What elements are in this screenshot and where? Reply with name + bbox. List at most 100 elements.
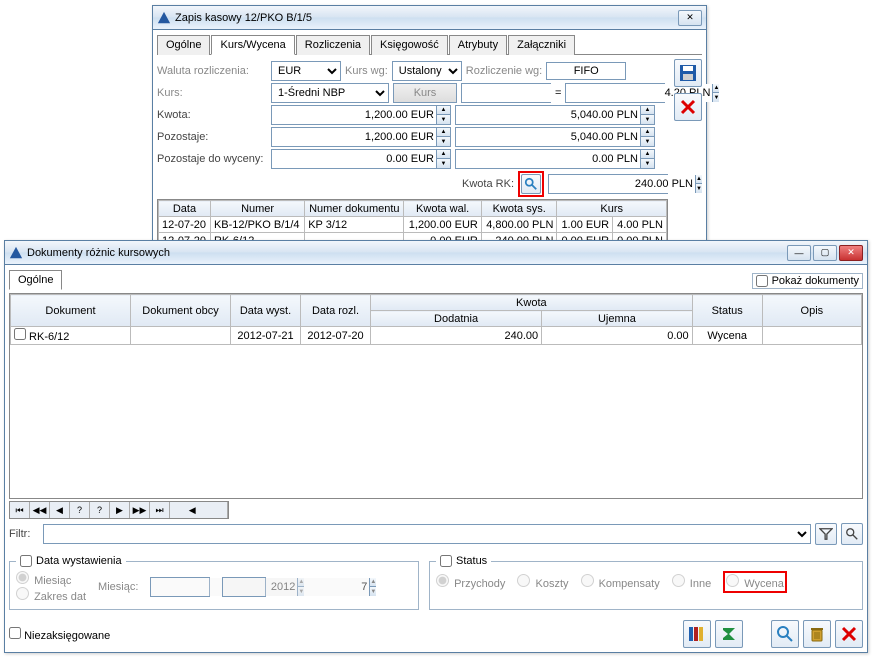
cancel-icon [679,98,697,116]
tab-ksiegowosc[interactable]: Księgowość [371,35,448,55]
spin-down[interactable]: ▼ [436,159,450,168]
pozostaje-label: Pozostaje: [157,131,267,143]
spin-down[interactable]: ▼ [436,115,450,124]
col-obcy[interactable]: Dokument obcy [131,295,231,327]
books-button[interactable] [683,620,711,648]
month-input[interactable] [223,578,369,596]
pozwyc-label: Pozostaje do wyceny: [157,153,267,165]
status-przychody[interactable]: Przychody [436,574,505,590]
search-button[interactable] [771,620,799,648]
tab-kurs-wycena[interactable]: Kurs/Wycena [211,35,294,55]
col-status[interactable]: Status [692,295,762,327]
tab-ogolne[interactable]: Ogólne [157,35,210,55]
tab-zalaczniki[interactable]: Załączniki [508,35,575,55]
filter-config-button[interactable] [841,523,863,545]
spin-up[interactable]: ▲ [712,84,719,93]
spin-down[interactable]: ▼ [712,93,719,102]
table-row[interactable]: RK-6/122012-07-212012-07-20240.000.00Wyc… [11,327,862,345]
table-row[interactable]: 12-07-20KB-12/PKO B/1/4KP 3/121,200.00 E… [159,217,667,233]
nav-q1[interactable]: ? [70,502,90,518]
kwota-eur[interactable] [272,106,436,124]
cancel-button[interactable] [674,93,702,121]
spin-down[interactable]: ▼ [640,159,654,168]
tab-rozliczenia[interactable]: Rozliczenia [296,35,370,55]
kwotark-search-highlight [518,171,544,197]
pozostaje-pln[interactable] [456,128,640,146]
waluta-label: Waluta rozliczenia: [157,65,267,77]
col-dokument[interactable]: Dokument [11,295,131,327]
kurswg-label: Kurs wg: [345,65,388,77]
col-rozl[interactable]: Data rozl. [301,295,371,327]
spin-up[interactable]: ▲ [436,106,450,115]
tab-ogolne[interactable]: Ogólne [9,270,62,290]
close-button[interactable]: ✕ [678,10,702,26]
minimize-button[interactable]: — [787,245,811,261]
titlebar[interactable]: Dokumenty różnic kursowych — ▢ ✕ [5,241,867,265]
nav-prev-page[interactable]: ◀◀ [30,502,50,518]
filtr-select[interactable] [43,524,811,544]
pozostaje-eur[interactable] [272,128,436,146]
tab-atrybuty[interactable]: Atrybuty [449,35,507,55]
pokaz-dokumenty-checkbox[interactable]: Pokaż dokumenty [752,273,863,289]
col-opis[interactable]: Opis [762,295,861,327]
col-kurs[interactable]: Kurs [557,201,667,217]
sum-button[interactable] [715,620,743,648]
zakres-radio[interactable]: Zakres dat [16,591,86,603]
col-kwotasys[interactable]: Kwota sys. [481,201,557,217]
kwota-pln[interactable] [456,106,640,124]
maximize-button[interactable]: ▢ [813,245,837,261]
spin-down[interactable]: ▼ [640,115,654,124]
kurs-type-select[interactable]: 1-Średni NBP [271,83,389,103]
status-group-checkbox[interactable] [440,555,452,567]
filter-button[interactable] [815,523,837,545]
save-button[interactable] [674,59,702,87]
col-data[interactable]: Data [159,201,211,217]
spin-up[interactable]: ▲ [436,128,450,137]
close-action-button[interactable] [835,620,863,648]
nav-prev[interactable]: ◀ [50,502,70,518]
nav-q2[interactable]: ? [90,502,110,518]
niezaks-checkbox[interactable]: Niezaksięgowane [9,627,110,642]
pokaz-dokumenty-input[interactable] [756,275,768,287]
spin-down[interactable]: ▼ [640,137,654,146]
sigma-icon [720,625,738,643]
documents-grid[interactable]: Dokument Dokument obcy Data wyst. Data r… [9,293,863,499]
grid-navigator[interactable]: ⏮ ◀◀ ◀ ? ? ▶ ▶▶ ⏭ ◀ [9,501,229,519]
col-wyst[interactable]: Data wyst. [231,295,301,327]
status-inne[interactable]: Inne [672,574,711,590]
nav-last[interactable]: ⏭ [150,502,170,518]
titlebar[interactable]: Zapis kasowy 12/PKO B/1/5 ✕ [153,6,706,30]
col-kwotawal[interactable]: Kwota wal. [404,201,481,217]
status-wycena-highlight: Wycena [723,571,787,593]
miesiac-label: Miesiąc: [98,581,138,593]
col-numerdok[interactable]: Numer dokumentu [305,201,404,217]
close-button[interactable]: ✕ [839,245,863,261]
miesiac-radio[interactable]: Miesiąc [16,575,71,587]
close-icon [840,625,858,643]
nav-scroll[interactable]: ◀ [170,502,228,518]
data-group-checkbox[interactable] [20,555,32,567]
col-numer[interactable]: Numer [210,201,304,217]
kurswg-select[interactable]: Ustalony [392,61,462,81]
search-button[interactable] [521,174,541,194]
trash-button[interactable] [803,620,831,648]
nav-first[interactable]: ⏮ [10,502,30,518]
col-ujemna[interactable]: Ujemna [542,311,693,327]
pozwyc-pln[interactable] [456,150,640,168]
col-kwota[interactable]: Kwota [371,295,693,311]
kurs-button[interactable]: Kurs [393,83,457,103]
spin-up[interactable]: ▲ [640,128,654,137]
spin-up[interactable]: ▲ [640,150,654,159]
spin-up[interactable]: ▲ [640,106,654,115]
nav-next-page[interactable]: ▶▶ [130,502,150,518]
col-dodatnia[interactable]: Dodatnia [371,311,542,327]
nav-next[interactable]: ▶ [110,502,130,518]
spin-up[interactable]: ▲ [436,150,450,159]
status-wycena[interactable]: Wycena [726,578,784,590]
status-koszty[interactable]: Koszty [517,574,568,590]
status-kompensaty[interactable]: Kompensaty [581,574,660,590]
waluta-select[interactable]: EUR [271,61,341,81]
app-icon [9,246,23,260]
spin-down[interactable]: ▼ [436,137,450,146]
pozwyc-eur[interactable] [272,150,436,168]
